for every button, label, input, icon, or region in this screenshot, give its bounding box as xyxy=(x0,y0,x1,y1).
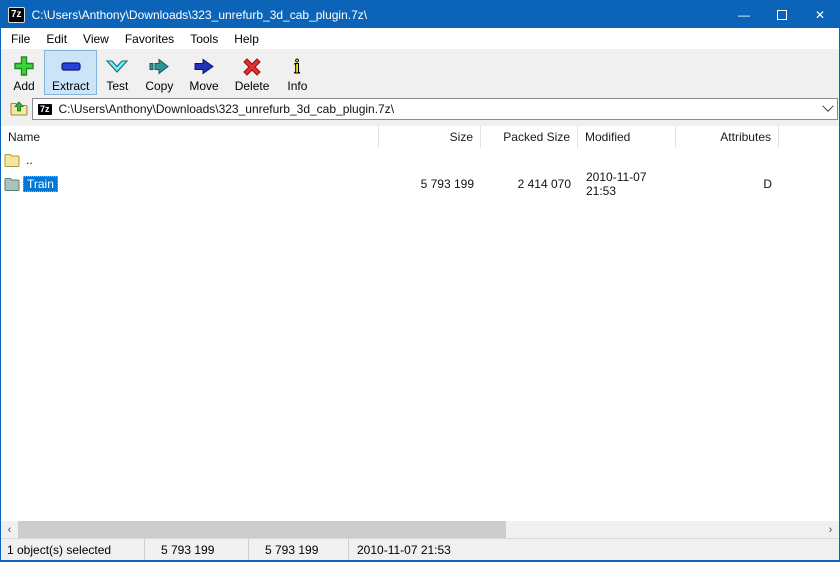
column-header-name[interactable]: Name xyxy=(1,126,379,148)
folder-up-icon xyxy=(9,98,29,120)
file-name[interactable]: Train xyxy=(23,176,58,192)
info-icon: i xyxy=(285,54,309,78)
column-header-modified-label: Modified xyxy=(585,130,631,144)
app-7z-icon: 7z xyxy=(8,6,25,23)
window-controls: — ✕ xyxy=(725,1,839,28)
delete-button[interactable]: Delete xyxy=(227,50,278,95)
menu-bar: File Edit View Favorites Tools Help xyxy=(1,28,839,49)
column-header-attributes-label: Attributes xyxy=(720,130,771,144)
menu-file[interactable]: File xyxy=(3,30,38,48)
parent-folder-button[interactable] xyxy=(5,97,32,121)
menu-view[interactable]: View xyxy=(75,30,117,48)
address-path: C:\Users\Anthony\Downloads\323_unrefurb_… xyxy=(58,102,395,116)
file-packed-size: 2 414 070 xyxy=(517,177,571,191)
address-combobox[interactable]: 7z C:\Users\Anthony\Downloads\323_unrefu… xyxy=(32,98,838,120)
menu-favorites[interactable]: Favorites xyxy=(117,30,182,48)
close-icon: ✕ xyxy=(814,7,826,22)
status-selected-size: 5 793 199 xyxy=(249,539,349,560)
file-modified: 2010-11-07 21:53 xyxy=(586,170,647,198)
minimize-button[interactable]: — xyxy=(725,1,763,28)
scroll-left-arrow-icon[interactable]: ‹ xyxy=(1,521,18,538)
scroll-right-arrow-icon[interactable]: › xyxy=(822,521,839,538)
folder-icon xyxy=(4,152,20,168)
status-selection-count: 1 object(s) selected xyxy=(1,539,145,560)
horizontal-scrollbar[interactable]: ‹ › xyxy=(1,521,839,538)
menu-help[interactable]: Help xyxy=(226,30,267,48)
info-button[interactable]: i Info xyxy=(277,50,317,95)
maximize-button[interactable] xyxy=(763,1,801,28)
file-size: 5 793 199 xyxy=(420,177,474,191)
column-header-filler xyxy=(779,126,839,148)
copy-button[interactable]: Copy xyxy=(137,50,181,95)
minimize-icon: — xyxy=(738,7,750,22)
move-label: Move xyxy=(189,79,219,93)
chevron-down-icon[interactable] xyxy=(822,100,834,112)
column-header-name-label: Name xyxy=(8,130,41,144)
status-modified-date: 2010-11-07 21:53 xyxy=(357,542,451,557)
column-header-modified[interactable]: Modified xyxy=(578,126,676,148)
status-total-size: 5 793 199 xyxy=(145,539,249,560)
window-title: C:\Users\Anthony\Downloads\323_unrefurb_… xyxy=(31,7,368,22)
delete-x-icon xyxy=(240,54,264,78)
copy-label: Copy xyxy=(145,79,174,93)
folder-icon xyxy=(4,176,20,192)
move-button[interactable]: Move xyxy=(181,50,226,95)
column-header-packed-size-label: Packed Size xyxy=(503,130,570,144)
test-check-icon xyxy=(105,54,129,78)
column-header-packed-size[interactable]: Packed Size xyxy=(481,126,578,148)
copy-arrow-icon xyxy=(147,54,171,78)
move-arrow-icon xyxy=(192,54,216,78)
extract-button[interactable]: Extract xyxy=(44,50,98,95)
delete-label: Delete xyxy=(234,79,270,93)
title-bar: 7z C:\Users\Anthony\Downloads\323_unrefu… xyxy=(1,1,839,28)
column-headers: Name Size Packed Size Modified Attribute… xyxy=(1,126,839,148)
close-button[interactable]: ✕ xyxy=(801,1,839,28)
table-row-train[interactable]: Train 5 793 199 2 414 070 2010-11-07 21:… xyxy=(1,170,839,198)
column-header-size-label: Size xyxy=(449,130,473,144)
table-row-parent-dir[interactable]: .. xyxy=(1,150,839,170)
status-bar: 1 object(s) selected 5 793 199 5 793 199… xyxy=(1,538,839,560)
column-header-attributes[interactable]: Attributes xyxy=(676,126,779,148)
file-attributes: D xyxy=(763,177,772,191)
file-name[interactable]: .. xyxy=(23,152,36,168)
svg-text:i: i xyxy=(295,56,301,77)
address-bar: 7z C:\Users\Anthony\Downloads\323_unrefu… xyxy=(1,96,839,126)
test-button[interactable]: Test xyxy=(97,50,137,95)
extract-bar-icon xyxy=(59,54,83,78)
menu-edit[interactable]: Edit xyxy=(38,30,75,48)
column-header-size[interactable]: Size xyxy=(379,126,481,148)
toolbar: Add Extract Test Copy Move Delete i Info xyxy=(1,49,839,96)
add-button[interactable]: Add xyxy=(4,50,44,95)
test-label: Test xyxy=(106,79,129,93)
info-label: Info xyxy=(287,79,308,93)
7zip-window: 7z C:\Users\Anthony\Downloads\323_unrefu… xyxy=(0,0,840,562)
maximize-icon xyxy=(777,9,787,20)
scrollbar-thumb[interactable] xyxy=(18,521,506,538)
file-list: Name Size Packed Size Modified Attribute… xyxy=(1,126,839,521)
archive-7z-icon: 7z xyxy=(38,103,52,115)
add-plus-icon xyxy=(12,54,36,78)
menu-tools[interactable]: Tools xyxy=(182,30,226,48)
extract-label: Extract xyxy=(52,79,90,93)
add-label: Add xyxy=(13,79,35,93)
